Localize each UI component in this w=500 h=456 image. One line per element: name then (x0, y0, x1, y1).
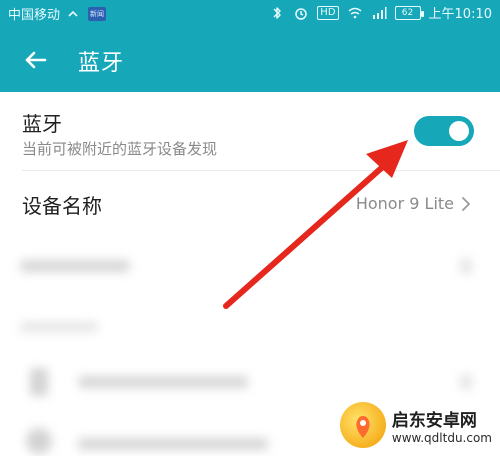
page-title: 蓝牙 (78, 51, 125, 76)
device-name-row[interactable]: 设备名称 Honor 9 Lite (0, 170, 500, 238)
alarm-icon (293, 5, 309, 21)
wifi-icon (347, 5, 363, 21)
device-name-value: Honor 9 Lite (355, 194, 454, 213)
news-app-badge: 新闻 (88, 6, 107, 21)
bluetooth-subtitle: 当前可被附近的蓝牙设备发现 (22, 140, 218, 158)
bluetooth-row[interactable]: 蓝牙 当前可被附近的蓝牙设备发现 (0, 92, 500, 170)
battery-level: 62 (401, 7, 414, 18)
battery-indicator: 62 (394, 5, 424, 20)
blurred-device-icon-2 (26, 428, 52, 454)
carrier-label: 中国移动 (8, 8, 61, 23)
back-button[interactable] (18, 42, 54, 78)
bluetooth-status-icon (269, 5, 285, 21)
blurred-device-name (78, 376, 248, 388)
blurred-device-icon (30, 368, 48, 396)
watermark-url: www.qdltdu.com (391, 430, 492, 445)
toggle-knob (449, 121, 469, 141)
blurred-row-bar (20, 260, 130, 272)
bluetooth-title: 蓝牙 (22, 112, 62, 136)
back-arrow-icon (25, 51, 47, 69)
blurred-device-name-2 (78, 438, 268, 450)
cellular-signal-icon (371, 5, 387, 21)
device-name-label: 设备名称 (22, 194, 102, 218)
blurred-row-chevron (460, 258, 472, 274)
blurred-section-header (20, 322, 98, 332)
status-left: 中国移动 新闻 (8, 4, 107, 23)
bluetooth-toggle[interactable] (414, 116, 474, 146)
watermark-text: 启东安卓网 www.qdltdu.com (392, 406, 492, 445)
action-bar: 蓝牙 (0, 26, 500, 92)
blurred-device-chevron (460, 374, 472, 390)
status-time: 上午10:10 (428, 7, 492, 22)
hd-indicator: HD (317, 5, 339, 20)
status-right: HD 62 上午10:10 (269, 3, 492, 22)
watermark-title: 启东安卓网 (391, 410, 477, 431)
top-bar: 中国移动 新闻 HD 62 上午10:10 蓝牙 (0, 0, 500, 92)
watermark-logo-icon (339, 402, 386, 448)
signal-sync-icon (66, 6, 82, 22)
chevron-right-icon (462, 197, 470, 211)
status-bar: 中国移动 新闻 HD 62 上午10:10 (0, 0, 500, 26)
watermark: 启东安卓网 www.qdltdu.com (339, 402, 492, 448)
